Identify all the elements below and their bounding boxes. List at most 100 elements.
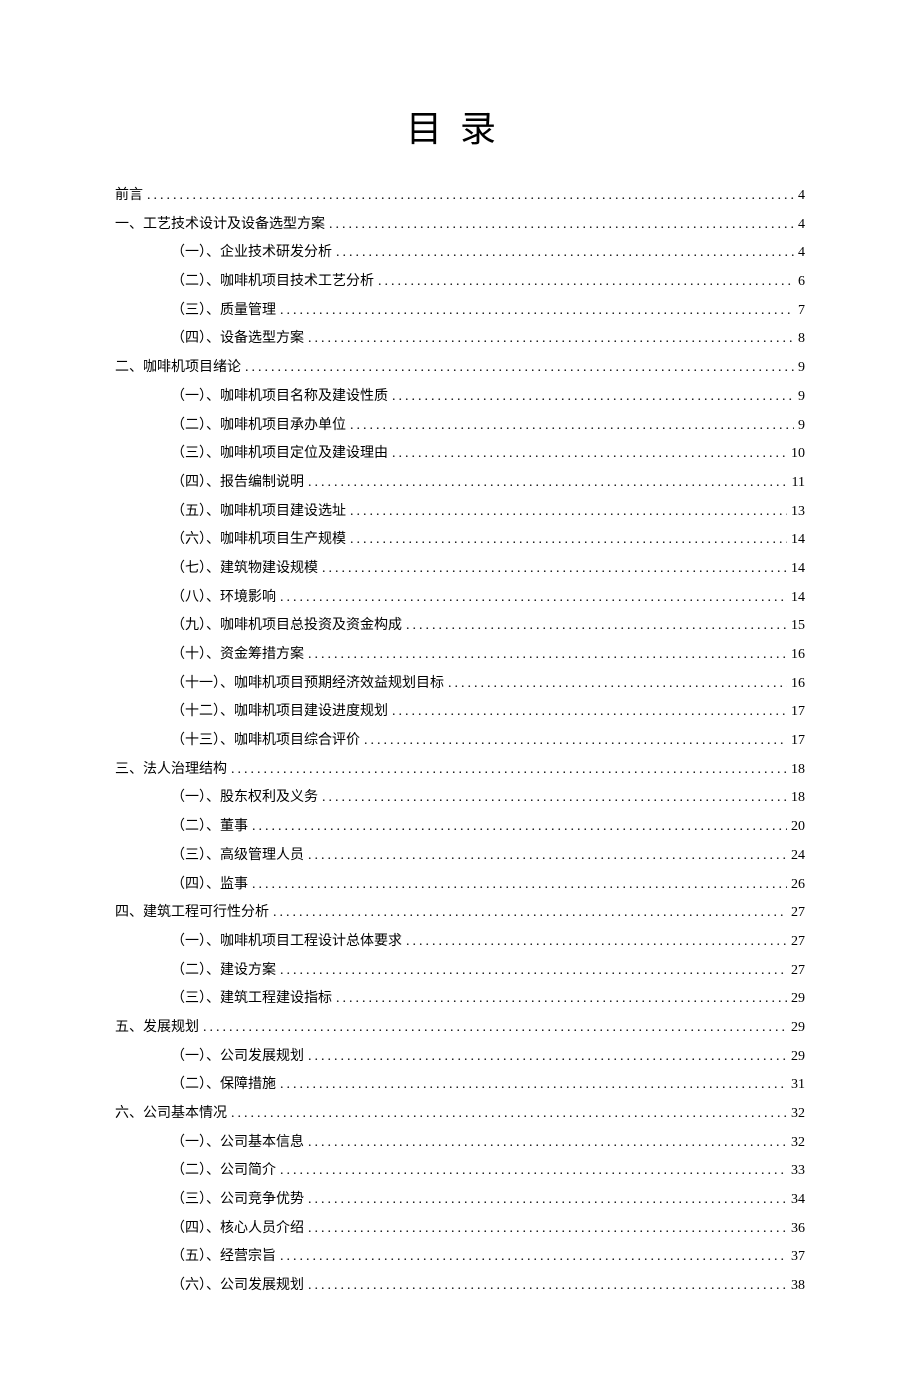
toc-entry: （一）、股东权利及义务18 [115,784,805,813]
toc-entry-label: 二、咖啡机项目绪论 [115,354,241,383]
toc-entry-leader [231,756,787,785]
toc-entry: （九）、咖啡机项目总投资及资金构成 15 [115,612,805,641]
toc-entry-leader [280,957,787,986]
toc-container: 前言4一、工艺技术设计及设备选型方案4（一）、企业技术研发分析4（二）、咖啡机项… [115,182,805,1301]
toc-entry-label: 一、工艺技术设计及设备选型方案 [115,211,325,240]
toc-entry-label: （五）、咖啡机项目建设选址 [171,498,346,527]
toc-entry: （一）、公司基本信息 32 [115,1129,805,1158]
toc-entry: （一）、公司发展规划29 [115,1043,805,1072]
toc-entry-leader [392,698,787,727]
toc-entry-label: （十二）、咖啡机项目建设进度规划 [171,698,388,727]
toc-entry-page: 32 [791,1100,805,1129]
toc-entry-leader [280,1157,787,1186]
toc-entry: 六、公司基本情况32 [115,1100,805,1129]
toc-entry-leader [329,211,794,240]
toc-entry: （六）、咖啡机项目生产规模 14 [115,526,805,555]
toc-entry-label: （一）、公司基本信息 [171,1129,304,1158]
toc-entry: （五）、经营宗旨37 [115,1243,805,1272]
toc-entry: 四、建筑工程可行性分析27 [115,899,805,928]
toc-entry-page: 14 [791,526,805,555]
toc-entry: （二）、董事 20 [115,813,805,842]
toc-entry-label: （二）、公司简介 [171,1157,276,1186]
toc-entry: （二）、保障措施31 [115,1071,805,1100]
toc-entry-leader [308,1186,787,1215]
toc-entry: （四）、核心人员介绍 36 [115,1215,805,1244]
toc-entry-page: 11 [792,469,805,498]
toc-entry-label: （十）、资金筹措方案 [171,641,304,670]
toc-entry: （二）、公司简介 33 [115,1157,805,1186]
toc-entry-leader [448,670,787,699]
toc-entry-leader [308,842,787,871]
toc-entry-leader [322,784,787,813]
toc-entry-page: 26 [791,871,805,900]
toc-entry: （八）、环境影响 14 [115,584,805,613]
toc-entry-label: （一）、咖啡机项目工程设计总体要求 [171,928,402,957]
toc-entry: （二）、咖啡机项目技术工艺分析6 [115,268,805,297]
toc-entry-page: 14 [791,584,805,613]
toc-entry-label: （三）、质量管理 [171,297,276,326]
toc-entry: （六）、公司发展规划38 [115,1272,805,1301]
toc-entry-label: （二）、咖啡机项目承办单位 [171,412,346,441]
toc-entry-page: 9 [798,354,805,383]
toc-entry-label: （三）、咖啡机项目定位及建设理由 [171,440,388,469]
toc-entry-leader [322,555,787,584]
toc-entry-page: 4 [798,239,805,268]
toc-entry-label: （四）、报告编制说明 [171,469,304,498]
toc-title: 目录 [115,100,805,152]
toc-entry-page: 16 [791,670,805,699]
toc-entry-label: （三）、高级管理人员 [171,842,304,871]
toc-entry-leader [308,1215,787,1244]
toc-entry-page: 32 [791,1129,805,1158]
toc-entry-page: 29 [791,1043,805,1072]
toc-entry-leader [147,182,794,211]
toc-entry-page: 20 [791,813,805,842]
toc-entry-leader [308,1129,787,1158]
toc-entry-leader [245,354,794,383]
toc-entry-leader [364,727,787,756]
toc-entry-page: 27 [791,928,805,957]
toc-entry-page: 18 [791,756,805,785]
toc-entry-leader [392,383,794,412]
toc-entry-page: 24 [791,842,805,871]
toc-entry-label: （五）、经营宗旨 [171,1243,276,1272]
toc-entry-label: （九）、咖啡机项目总投资及资金构成 [171,612,402,641]
toc-entry-leader [280,297,794,326]
toc-entry: （一）、企业技术研发分析4 [115,239,805,268]
toc-entry-label: （六）、咖啡机项目生产规模 [171,526,346,555]
toc-entry-page: 15 [791,612,805,641]
toc-entry-page: 6 [798,268,805,297]
toc-entry: 三、法人治理结构 18 [115,756,805,785]
toc-entry-label: 三、法人治理结构 [115,756,227,785]
toc-entry-page: 9 [798,383,805,412]
toc-entry-leader [308,1043,787,1072]
toc-entry-page: 16 [791,641,805,670]
toc-entry-label: （二）、董事 [171,813,248,842]
toc-entry-leader [273,899,787,928]
toc-entry-page: 27 [791,957,805,986]
toc-entry-page: 14 [791,555,805,584]
toc-entry-label: （二）、保障措施 [171,1071,276,1100]
toc-entry: （四）、设备选型方案8 [115,325,805,354]
toc-entry-label: 五、发展规划 [115,1014,199,1043]
toc-entry-leader [406,928,787,957]
toc-entry: （四）、报告编制说明 11 [115,469,805,498]
toc-entry: （三）、质量管理7 [115,297,805,326]
toc-entry-label: （十一）、咖啡机项目预期经济效益规划目标 [171,670,444,699]
toc-entry-page: 36 [791,1215,805,1244]
toc-entry: （十一）、咖啡机项目预期经济效益规划目标 16 [115,670,805,699]
toc-entry-leader [231,1100,787,1129]
toc-entry: （十三）、咖啡机项目综合评价17 [115,727,805,756]
toc-entry-page: 29 [791,985,805,1014]
toc-entry-label: （四）、核心人员介绍 [171,1215,304,1244]
toc-entry-label: 前言 [115,182,143,211]
toc-entry-leader [280,1243,787,1272]
toc-entry-page: 33 [791,1157,805,1186]
toc-entry: （三）、咖啡机项目定位及建设理由10 [115,440,805,469]
toc-entry-leader [203,1014,787,1043]
toc-entry-label: （八）、环境影响 [171,584,276,613]
toc-entry: 五、发展规划29 [115,1014,805,1043]
toc-entry: 前言4 [115,182,805,211]
toc-entry-page: 8 [798,325,805,354]
toc-entry: 一、工艺技术设计及设备选型方案4 [115,211,805,240]
toc-entry-label: 四、建筑工程可行性分析 [115,899,269,928]
